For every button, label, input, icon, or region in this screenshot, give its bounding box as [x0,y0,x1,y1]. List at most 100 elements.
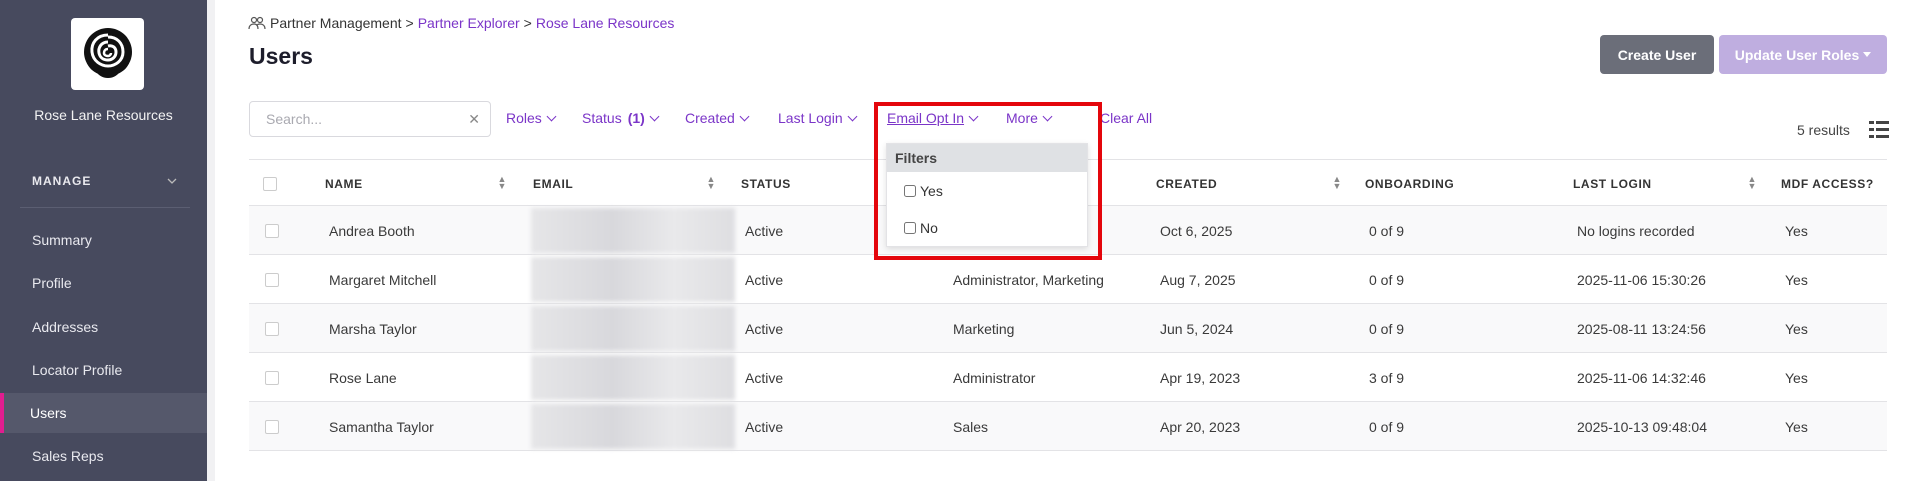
sort-icon[interactable]: ▲ ▼ [1332,175,1342,192]
cell-name[interactable]: Marsha Taylor [329,304,417,353]
row-checkbox[interactable] [265,206,279,255]
filter-label: Created [685,110,735,126]
sidebar-item-label: Locator Profile [32,362,123,378]
cell-mdf-access: Yes [1785,418,1808,435]
cell-email-redacted [531,404,735,449]
cell-roles: Sales [953,418,989,435]
breadcrumb-link-partner-explorer[interactable]: Partner Explorer [418,15,520,31]
filter-label: Last Login [778,110,843,126]
breadcrumb-separator: > [405,15,414,31]
cell-last-login: 2025-08-11 13:24:56 [1577,320,1706,337]
highlight-box [874,102,1102,260]
cell-last-login: 2025-11-06 15:30:26 [1577,271,1706,288]
filter-label: Roles [506,110,542,126]
column-header-onboarding[interactable]: ONBOARDING [1365,160,1454,207]
row-checkbox[interactable] [265,304,279,353]
cell-name[interactable]: Samantha Taylor [329,402,434,451]
chevron-down-icon [546,111,557,121]
cell-onboarding: 0 of 9 [1369,418,1405,435]
section-label: MANAGE [32,174,92,188]
cell-last-login: 2025-10-13 09:48:04 [1577,418,1707,435]
sort-icon[interactable]: ▲ ▼ [497,175,507,192]
sidebar-item-label: Summary [32,232,92,248]
manage-section-toggle[interactable]: MANAGE [32,174,177,188]
sidebar-item-label: Addresses [32,319,99,335]
sidebar-item-addresses[interactable]: Addresses [0,307,207,347]
cell-created: Aug 7, 2025 [1160,271,1236,288]
sidebar: Rose Lane Resources MANAGE Summary Profi… [0,0,207,481]
cell-email-redacted [531,257,735,302]
select-all-checkbox[interactable] [263,160,277,207]
cell-created: Oct 6, 2025 [1160,222,1233,239]
cell-status: Active [745,369,784,386]
cell-onboarding: 0 of 9 [1369,222,1405,239]
column-header-status[interactable]: STATUS [741,160,791,207]
sidebar-item-locator-profile[interactable]: Locator Profile [0,350,207,390]
clear-all-link[interactable]: Clear All [1100,110,1152,126]
cell-name[interactable]: Margaret Mitchell [329,255,436,304]
company-logo[interactable] [71,18,144,90]
cell-name[interactable]: Rose Lane [329,353,397,402]
breadcrumb-separator: > [523,15,532,31]
sidebar-item-label: Users [30,405,67,421]
cell-last-login: No logins recorded [1577,222,1695,239]
table-row[interactable]: Samantha Taylor Active Sales Apr 20, 202… [249,402,1887,451]
filter-count: (1) [627,110,645,126]
cell-email-redacted [531,355,735,400]
search-input[interactable] [266,111,469,127]
caret-down-icon [1863,52,1872,57]
column-header-mdf-access[interactable]: MDF ACCESS? [1781,160,1874,207]
column-header-name[interactable]: NAME [325,160,363,207]
column-header-last-login[interactable]: LAST LOGIN [1573,160,1652,207]
divider [20,207,190,208]
create-user-button[interactable]: Create User [1600,35,1714,74]
table-row[interactable]: Rose Lane Active Administrator Apr 19, 2… [249,353,1887,402]
row-checkbox[interactable] [265,255,279,304]
row-checkbox[interactable] [265,353,279,402]
rose-logo-icon [83,28,132,78]
grid-view-icon[interactable] [1869,121,1889,138]
cell-onboarding: 0 of 9 [1369,271,1405,288]
cell-onboarding: 0 of 9 [1369,320,1405,337]
page-title: Users [249,43,313,69]
search-box: ✕ [249,101,491,137]
column-header-email[interactable]: EMAIL [533,160,573,207]
sidebar-item-summary[interactable]: Summary [0,220,207,260]
breadcrumb-root: Partner Management [270,15,402,31]
update-user-roles-button[interactable]: Update User Roles [1719,35,1887,74]
update-user-roles-label: Update User Roles [1734,46,1860,63]
filter-status[interactable]: Status (1) [582,110,660,126]
sidebar-item-label: Sales Reps [32,448,104,464]
cell-roles: Administrator, Marketing [953,271,1104,288]
sort-icon[interactable]: ▲ ▼ [706,175,716,192]
cell-status: Active [745,418,784,435]
cell-mdf-access: Yes [1785,320,1808,337]
sidebar-item-sales-reps[interactable]: Sales Reps [0,436,207,476]
breadcrumb-link-company[interactable]: Rose Lane Resources [536,15,675,31]
sidebar-item-users[interactable]: Users [0,393,207,433]
filter-last-login[interactable]: Last Login [778,110,858,126]
column-header-created[interactable]: CREATED [1156,160,1217,207]
cell-status: Active [745,271,784,288]
sort-icon[interactable]: ▲ ▼ [1747,175,1757,192]
row-checkbox[interactable] [265,402,279,451]
table-row[interactable]: Marsha Taylor Active Marketing Jun 5, 20… [249,304,1887,353]
cell-created: Jun 5, 2024 [1160,320,1234,337]
cell-name[interactable]: Andrea Booth [329,206,415,255]
filter-roles[interactable]: Roles [506,110,557,126]
table-row[interactable]: Margaret Mitchell Active Administrator, … [249,255,1887,304]
filter-created[interactable]: Created [685,110,750,126]
cell-mdf-access: Yes [1785,271,1808,288]
cell-email-redacted [531,208,735,253]
cell-email-redacted [531,306,735,351]
people-icon [248,16,266,30]
filter-label: Status [582,110,622,126]
company-name: Rose Lane Resources [34,107,173,123]
cell-mdf-access: Yes [1785,369,1808,386]
close-icon[interactable]: ✕ [468,111,480,128]
cell-status: Active [745,320,784,337]
cell-roles: Administrator [953,369,1036,386]
results-count: 5 results [1797,122,1850,138]
sidebar-item-profile[interactable]: Profile [0,263,207,303]
chevron-down-icon [847,111,858,121]
